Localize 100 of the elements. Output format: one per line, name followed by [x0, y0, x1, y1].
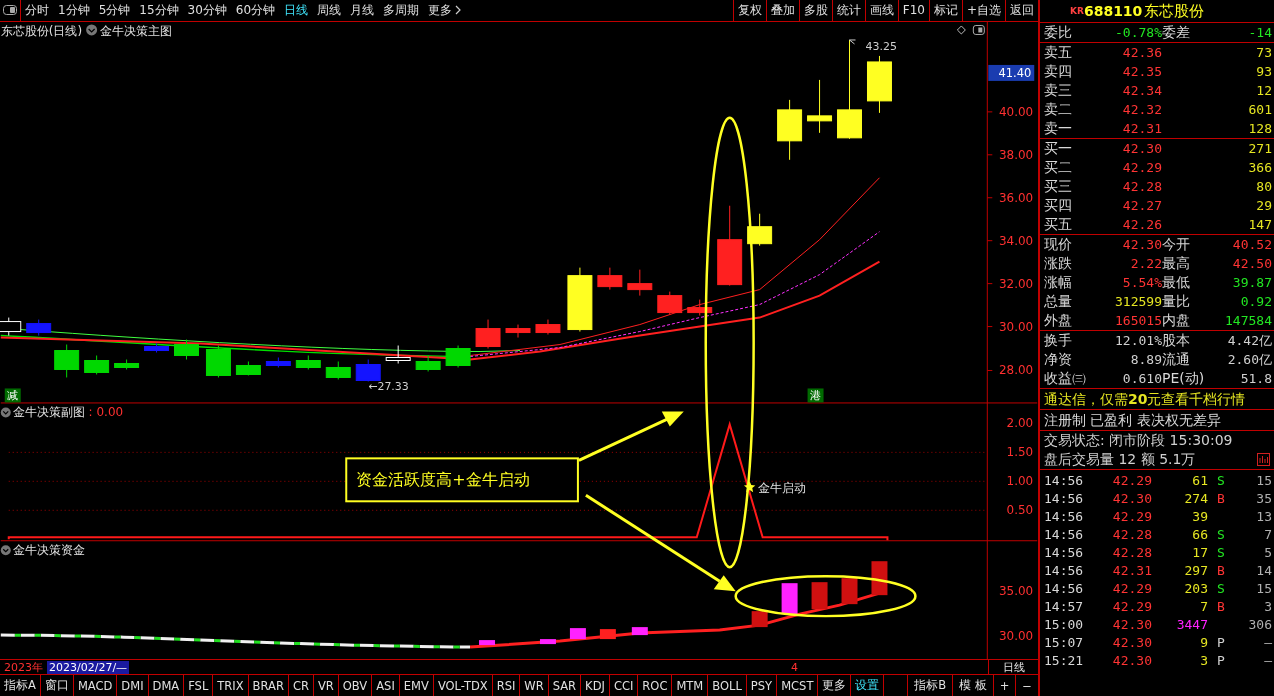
indicator-tab[interactable]: 设置 [851, 675, 885, 696]
period-tab[interactable]: 周线 [317, 2, 342, 19]
order-price: 42.26 [1121, 216, 1162, 234]
diamond-icon[interactable] [956, 25, 966, 35]
quote-value: 312599 [1114, 293, 1162, 311]
quote-label: 现价 [1044, 235, 1073, 254]
indicator-tab[interactable]: CR [288, 675, 314, 696]
quote-value: 42.30 [1121, 236, 1162, 254]
panel-toggle-icon[interactable] [972, 24, 985, 35]
panel-toggle-icon[interactable] [3, 5, 17, 16]
bar-chart-icon[interactable] [1257, 453, 1270, 466]
indicator-tab[interactable]: SAR [548, 675, 582, 696]
indicator-tab[interactable]: 窗口 [40, 675, 74, 696]
indicator-tab[interactable]: MCST [777, 675, 819, 696]
order-price: 42.35 [1121, 63, 1162, 81]
indicator-tab[interactable]: MTM [672, 675, 709, 696]
axis-label: 34.00 [999, 233, 1034, 248]
order-level: 卖五 [1044, 43, 1073, 62]
period-tab[interactable]: 60分钟 [235, 2, 276, 19]
indicator-tab[interactable]: VR [313, 675, 339, 696]
indicator-tab[interactable]: 更多 [818, 675, 852, 696]
period-tab[interactable]: 分时 [25, 2, 49, 19]
trade-count: 35 [1255, 490, 1272, 508]
trade-price: 42.30 [1111, 652, 1152, 670]
callout-text: 资金活跃度高+金牛启动 [356, 470, 530, 490]
fund-bar [751, 611, 768, 628]
tab-tool-button[interactable]: − [1015, 675, 1038, 696]
indicator-tab[interactable]: DMA [148, 675, 185, 696]
indicator-tab[interactable]: PSY [746, 675, 778, 696]
dropdown-icon[interactable] [0, 545, 11, 556]
indicator-tab[interactable]: EMV [399, 675, 434, 696]
period-tab[interactable]: 月线 [350, 2, 375, 19]
period-tab[interactable]: 多周期 [383, 2, 420, 19]
indicator-tab[interactable]: BRAR [248, 675, 289, 696]
fund-bar [539, 639, 556, 645]
candlestick [415, 355, 441, 372]
quote-value: 51.8 [1239, 370, 1272, 388]
indicator-tab[interactable]: VOL-TDX [433, 675, 493, 696]
trade-count: — [1263, 634, 1272, 652]
star-icon [743, 481, 756, 493]
trade-volume: 274 [1183, 490, 1208, 508]
period-tab[interactable]: 更多 [428, 2, 462, 19]
trade-volume: 3447 [1175, 616, 1208, 634]
chart-title: 东芯股份(日线) [0, 23, 83, 38]
tab-tool-button[interactable]: 模 板 [952, 675, 993, 696]
tab-tool-button[interactable]: + [992, 675, 1016, 696]
indicator-tab[interactable]: DMI [117, 675, 149, 696]
candlestick [355, 358, 381, 382]
period-tab[interactable]: 15分钟 [139, 2, 179, 19]
order-volume: 147 [1247, 216, 1272, 234]
order-level: 买三 [1044, 177, 1073, 196]
trade-count: — [1263, 652, 1272, 670]
period-tab[interactable]: 1分钟 [58, 2, 90, 19]
indicator-tab[interactable]: OBV [338, 675, 373, 696]
dropdown-icon[interactable] [0, 407, 11, 418]
indicator-tab[interactable]: RSI [492, 675, 521, 696]
trade-volume: 3 [1199, 652, 1208, 670]
trade-side: S [1217, 545, 1225, 560]
trade-price: 42.30 [1111, 616, 1152, 634]
indicator-tab[interactable]: KDJ [581, 675, 610, 696]
candlestick [84, 355, 110, 375]
indicator-tab[interactable]: MACD [73, 675, 118, 696]
period-tab[interactable]: 30分钟 [187, 2, 227, 19]
candlestick [295, 355, 321, 370]
indicator-tab[interactable]: WR [520, 675, 549, 696]
trade-count: 13 [1255, 508, 1272, 526]
indicator-tab[interactable]: TRIX [213, 675, 249, 696]
quote-label: 总量 [1044, 292, 1073, 311]
trade-price: 42.29 [1111, 580, 1152, 598]
candlestick [597, 267, 623, 291]
indicator-tab[interactable]: 指标A [0, 675, 41, 696]
indicator-tab[interactable]: CCI [609, 675, 639, 696]
period-label: 日线 [988, 659, 1038, 675]
indicator-tab[interactable]: BOLL [708, 675, 747, 696]
order-level: 买一 [1044, 139, 1073, 158]
trade-volume: 39 [1191, 508, 1208, 526]
indicator-tab[interactable]: ROC [638, 675, 673, 696]
dropdown-icon[interactable] [86, 24, 98, 36]
trade-count: 15 [1255, 472, 1272, 490]
order-volume: 93 [1255, 63, 1272, 81]
indicator-tab[interactable]: ASI [372, 675, 400, 696]
signal-marker: 港 [807, 388, 824, 403]
trade-price: 42.28 [1111, 526, 1152, 544]
trade-count: 7 [1263, 526, 1272, 544]
candlestick [567, 267, 593, 332]
indicator-name: 金牛决策主图 [99, 23, 172, 38]
tab-tool-button[interactable]: 指标B [907, 675, 953, 696]
candlestick [385, 345, 411, 364]
indicator-tab[interactable]: FSL [184, 675, 214, 696]
axis-label: 2.00 [1006, 416, 1034, 431]
order-price: 42.34 [1121, 82, 1162, 100]
period-tab[interactable]: 日线 [284, 2, 309, 19]
indicator-name: 金牛决策资金 [12, 543, 85, 558]
trade-price: 42.28 [1111, 544, 1152, 562]
fund-bar [811, 582, 828, 610]
notice-text: 通达信，仅需20元查看千档行情 [1040, 389, 1274, 410]
trade-time: 14:57 [1044, 598, 1085, 616]
trade-time: 14:56 [1044, 472, 1085, 490]
period-tab[interactable]: 5分钟 [98, 2, 131, 19]
stock-code: 688110 [1083, 1, 1143, 21]
